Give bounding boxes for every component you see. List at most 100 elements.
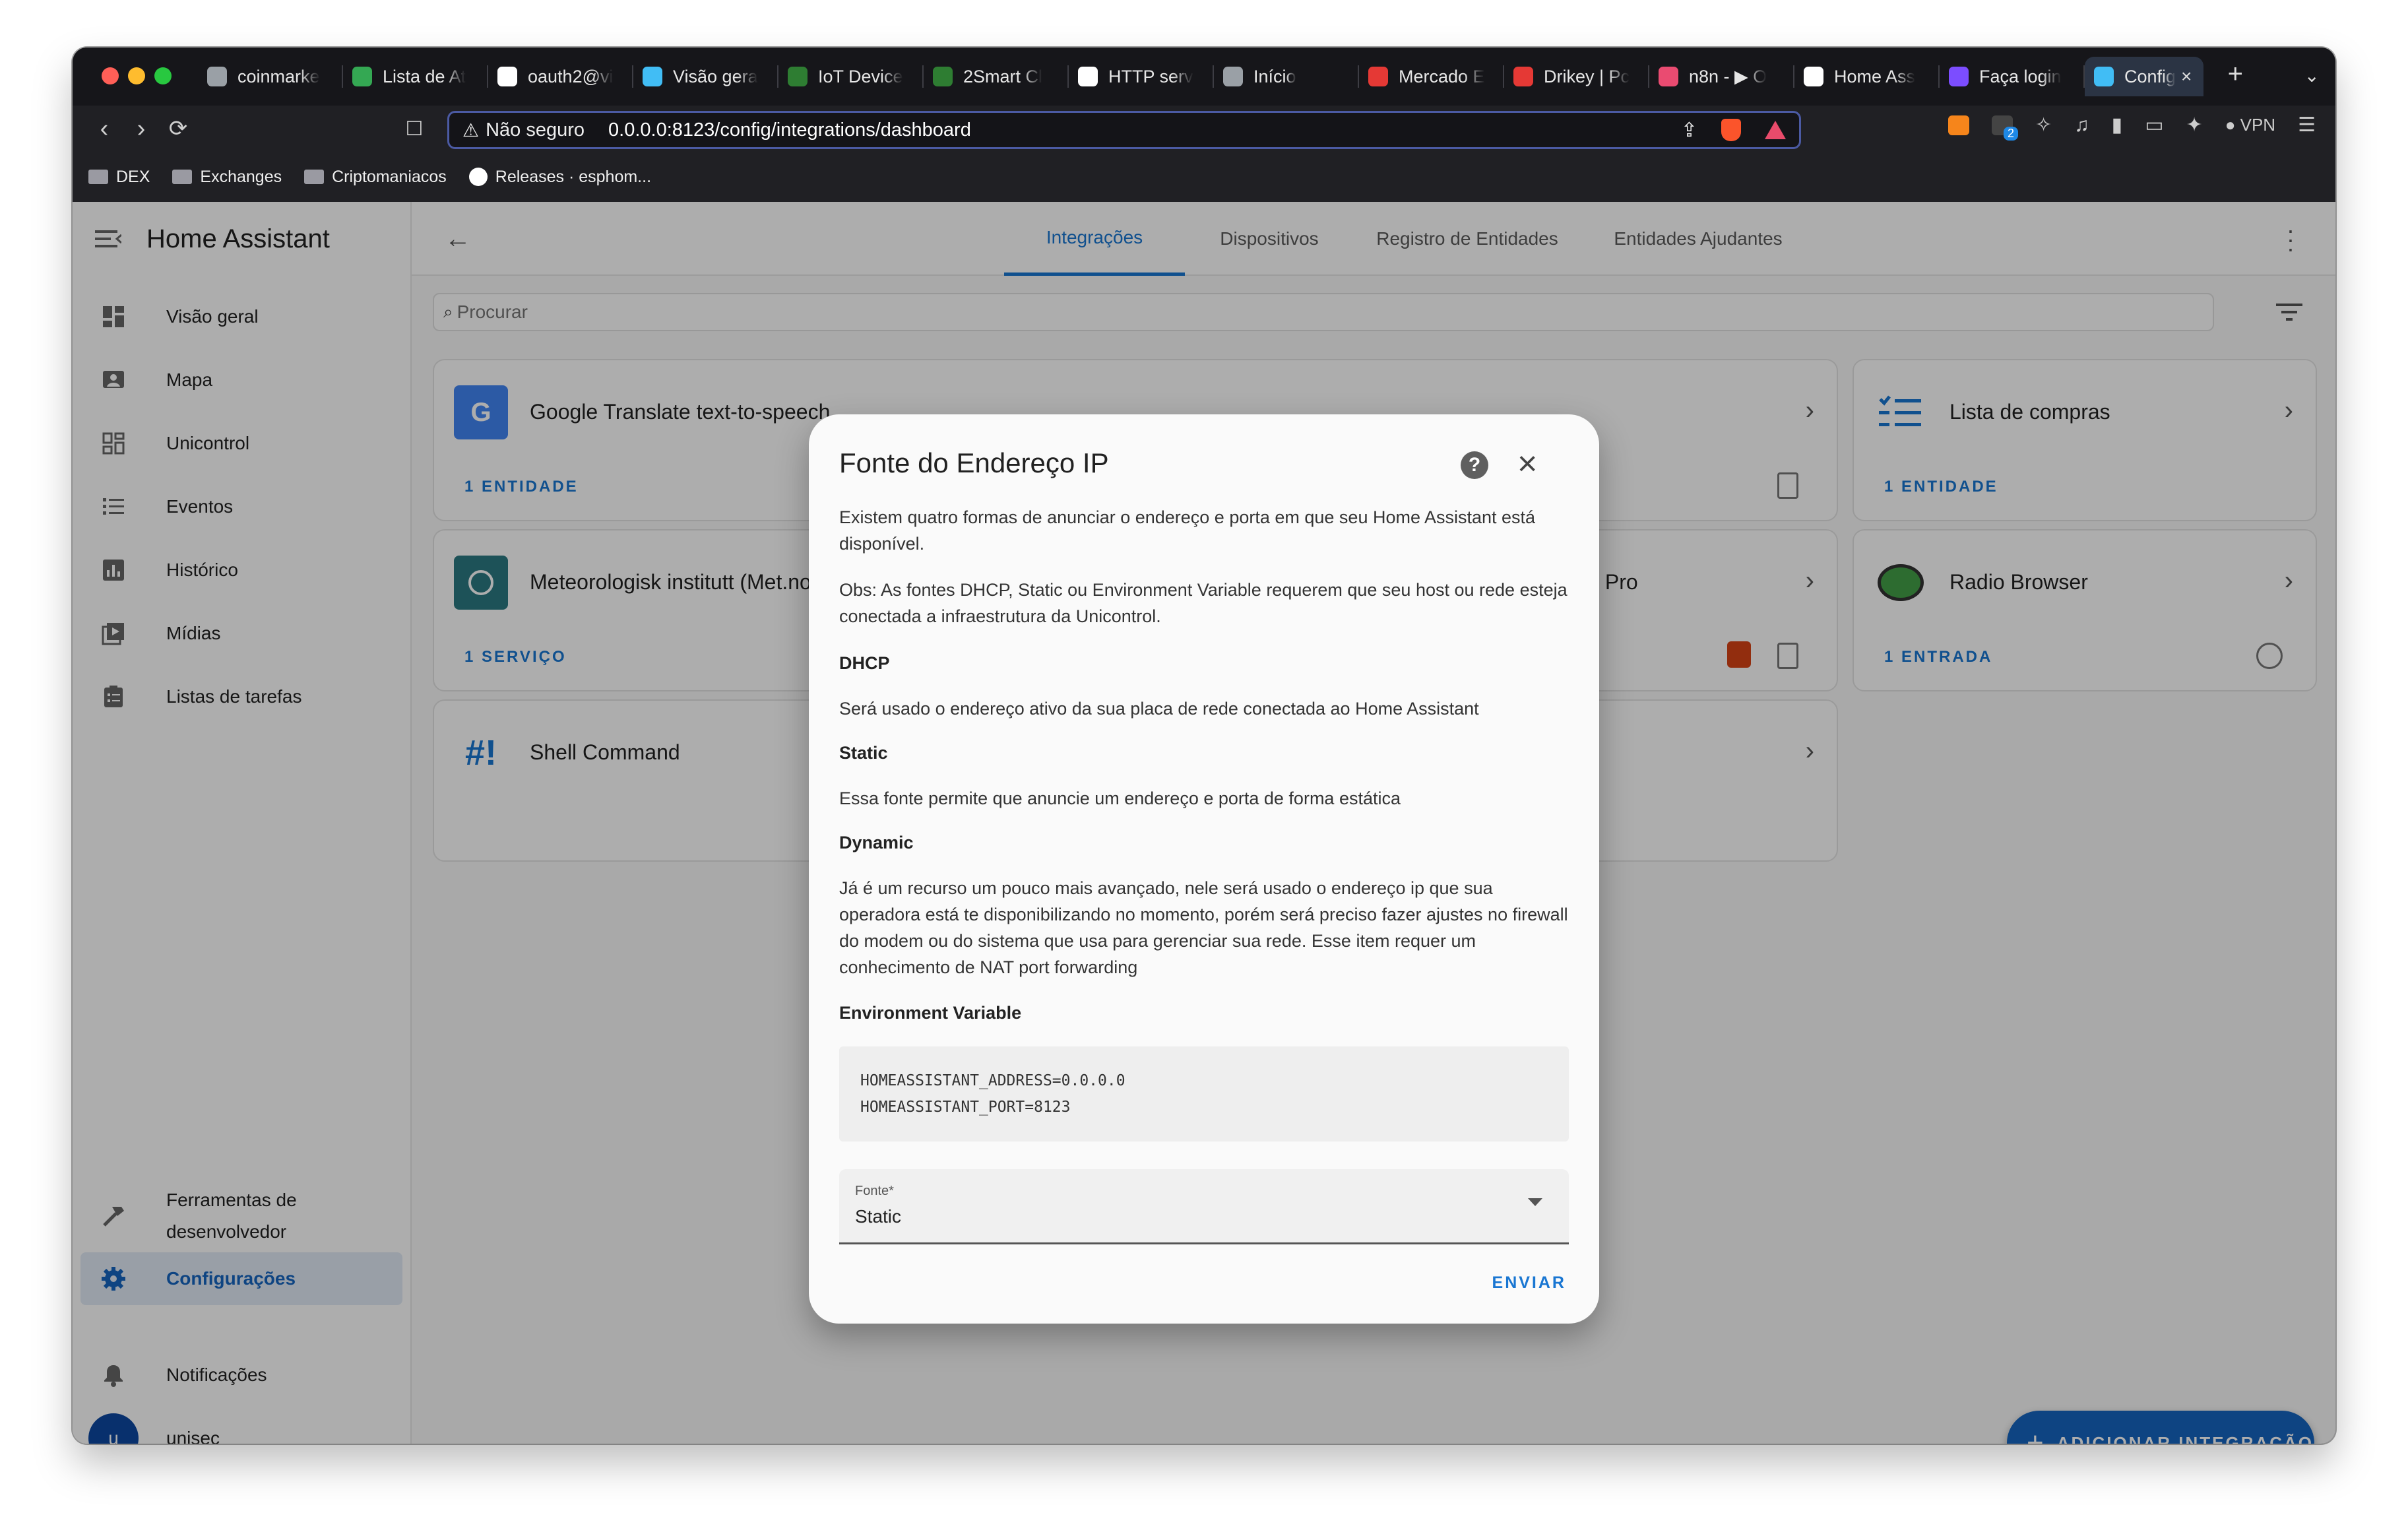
security-label: Não seguro [486, 119, 585, 141]
code-line: HOMEASSISTANT_ADDRESS=0.0.0.0 [860, 1072, 1125, 1089]
browser-tab[interactable]: 2Smart Cl [924, 57, 1067, 96]
github-icon [1078, 67, 1098, 86]
login-icon [1949, 67, 1969, 86]
static-text: Essa fonte permite que anuncie um endere… [839, 788, 1401, 808]
vpn-label: VPN [2240, 115, 2276, 135]
bookmarks-bar: DEX Exchanges Criptomaniacos Releases · … [73, 152, 2335, 202]
ip-source-dialog: Fonte do Endereço IP ? × Existem quatro … [809, 414, 1599, 1324]
address-bar[interactable]: ⚠ Não seguro 0.0.0.0:8123/config/integra… [447, 111, 1801, 149]
dialog-note: Obs: As fontes DHCP, Static ou Environme… [839, 580, 1568, 626]
forward-arrow-icon[interactable]: › [123, 115, 160, 143]
browser-tab-label: Config [2124, 66, 2176, 86]
bookmark-folder-dex[interactable]: DEX [88, 168, 150, 187]
brave-shield-icon[interactable] [1721, 119, 1741, 141]
home-assistant-app: Home Assistant Visão geral Mapa Unicontrol… [73, 202, 2335, 1444]
browser-tab-label: Lista de At [383, 66, 466, 86]
browser-tab-label: coinmarke [238, 66, 320, 86]
browser-tab-label: n8n - ▶ O [1689, 66, 1767, 86]
browser-tab-label: Home Ass [1834, 66, 1916, 86]
reload-icon[interactable]: ⟳ [160, 115, 197, 142]
browser-tab[interactable]: Drikey | Pc [1504, 57, 1648, 96]
warning-icon: ⚠ [462, 119, 480, 141]
env-code-block: HOMEASSISTANT_ADDRESS=0.0.0.0 HOMEASSIST… [839, 1046, 1569, 1141]
bookmark-folder-exchanges[interactable]: Exchanges [172, 168, 282, 187]
home-assistant-icon [643, 67, 662, 86]
submit-button[interactable]: ENVIAR [1492, 1273, 1566, 1293]
browser-tab-label: HTTP serv [1108, 66, 1193, 86]
dhcp-heading: DHCP [839, 653, 890, 673]
puzzle-icon[interactable]: ✧ [2035, 113, 2052, 137]
dhcp-text: Será usado o endereço ativo da sua placa… [839, 699, 1479, 719]
extension-badge-icon[interactable]: 2 [1992, 115, 2019, 141]
source-select-label: Fonte* [855, 1184, 894, 1198]
source-select-value: Static [855, 1206, 902, 1227]
bookmark-label: DEX [116, 167, 150, 186]
url-text[interactable]: 0.0.0.0:8123/config/integrations/dashboa… [608, 119, 971, 141]
close-icon[interactable]: × [1517, 447, 1537, 481]
github-icon [497, 67, 517, 86]
bookmark-folder-criptomaniacos[interactable]: Criptomaniacos [304, 168, 447, 187]
wallet-icon[interactable]: ▭ [2145, 113, 2163, 137]
browser-tab-active[interactable]: Config × [2085, 57, 2203, 96]
n8n-icon [1659, 67, 1678, 86]
dynamic-text: Já é um recurso um pouco mais avançado, … [839, 878, 1568, 977]
iot-icon [788, 67, 808, 86]
static-heading: Static [839, 743, 888, 763]
share-icon[interactable]: ⇪ [1681, 119, 1697, 142]
close-tab-icon[interactable]: × [2181, 66, 2192, 87]
source-select[interactable]: Fonte* Static [839, 1169, 1569, 1244]
metamask-icon[interactable] [1948, 115, 1970, 135]
leo-icon[interactable]: ✦ [2186, 113, 2203, 137]
folder-icon [304, 170, 325, 184]
close-window-button[interactable] [102, 67, 119, 84]
browser-tab[interactable]: Lista de At [343, 57, 487, 96]
bookmark-label: Exchanges [200, 167, 282, 186]
dialog-title: Fonte do Endereço IP [839, 447, 1109, 478]
browser-tab[interactable]: Faça login [1940, 57, 2083, 96]
bookmark-icon[interactable]: ☐ [396, 117, 433, 141]
browser-tab[interactable]: Mercado E [1359, 57, 1503, 96]
mercado-icon [1368, 67, 1388, 86]
code-line: HOMEASSISTANT_PORT=8123 [860, 1099, 1071, 1116]
browser-tab-label: Início [1253, 66, 1296, 86]
bookmark-label: Criptomaniacos [332, 167, 447, 186]
folder-icon [172, 170, 193, 184]
dropdown-arrow-icon[interactable] [1528, 1198, 1542, 1206]
browser-tab[interactable]: Início [1214, 57, 1358, 96]
browser-tab-label: Drikey | Pc [1544, 66, 1630, 86]
menu-icon[interactable]: ☰ [2298, 113, 2316, 137]
minimize-window-button[interactable] [128, 67, 145, 84]
env-variable-heading: Environment Variable [839, 1003, 1022, 1023]
bookmark-label: Releases · esphom... [495, 167, 652, 186]
browser-tab[interactable]: Home Ass [1794, 57, 1938, 96]
browser-window: coinmarke Lista de At oauth2@vi Visão gera I… [73, 48, 2335, 1444]
vpn-button[interactable]: ● VPN [2225, 115, 2275, 135]
music-icon[interactable]: ♫ [2074, 114, 2089, 137]
new-tab-button[interactable]: + [2228, 59, 2243, 89]
bookmark-releases[interactable]: Releases · esphom... [468, 167, 652, 187]
back-arrow-icon[interactable]: ‹ [86, 115, 123, 143]
browser-tab[interactable]: oauth2@vi [488, 57, 632, 96]
browser-tab[interactable]: HTTP serv [1069, 57, 1213, 96]
extension-toolbar: 2 ✧ ♫ ▮ ▭ ✦ ● VPN ☰ [1948, 113, 2316, 141]
browser-tab-label: 2Smart Cl [963, 66, 1043, 86]
globe-icon [207, 67, 227, 86]
help-icon[interactable]: ? [1461, 451, 1488, 479]
circle-icon [1223, 67, 1243, 86]
github-icon [468, 168, 488, 186]
iot-icon [933, 67, 953, 86]
dynamic-heading: Dynamic [839, 833, 914, 852]
tab-strip: coinmarke Lista de At oauth2@vi Visão gera I… [198, 48, 2243, 106]
tab-bar: coinmarke Lista de At oauth2@vi Visão gera I… [73, 48, 2335, 106]
sidebar-toggle-icon[interactable]: ▮ [2112, 113, 2123, 137]
browser-tab-label: Visão gera [673, 66, 758, 86]
drikey-icon [1513, 67, 1533, 86]
browser-tab[interactable]: coinmarke [198, 57, 342, 96]
tab-menu-chevron-icon[interactable]: ⌄ [2304, 65, 2320, 86]
brave-rewards-icon[interactable] [1765, 121, 1786, 139]
browser-tab[interactable]: Visão gera [633, 57, 777, 96]
browser-tab[interactable]: IoT Device [778, 57, 922, 96]
extension-badge: 2 [2004, 126, 2019, 141]
maximize-window-button[interactable] [154, 67, 172, 84]
browser-tab[interactable]: n8n - ▶ O [1649, 57, 1793, 96]
